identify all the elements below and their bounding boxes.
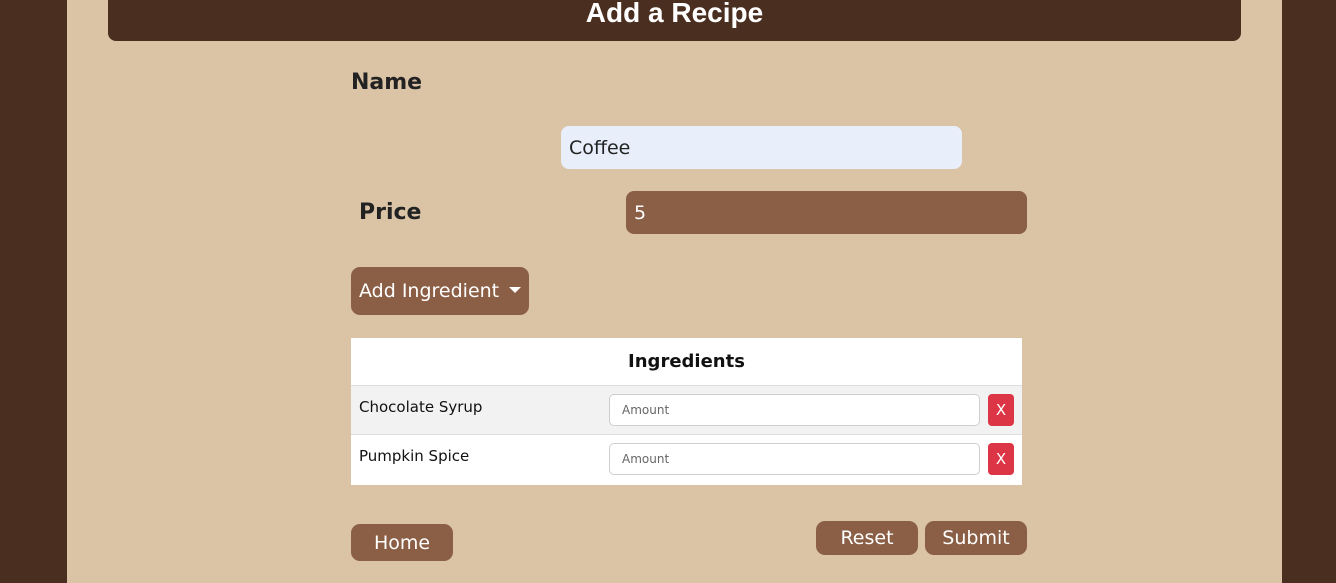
page-container: Add a Recipe Name Coffee Price 5 Add Ing…	[67, 0, 1282, 583]
add-ingredient-label: Add Ingredient	[359, 280, 500, 302]
amount-input[interactable]: Amount	[609, 394, 980, 426]
name-input[interactable]: Coffee	[561, 126, 962, 169]
add-ingredient-dropdown-button[interactable]: Add Ingredient	[351, 267, 529, 315]
table-row: Chocolate Syrup Amount X	[351, 386, 1022, 435]
ingredient-name: Chocolate Syrup	[359, 398, 483, 416]
header-bar: Add a Recipe	[108, 0, 1241, 41]
caret-down-icon	[509, 287, 522, 293]
remove-ingredient-button[interactable]: X	[988, 394, 1014, 426]
price-input[interactable]: 5	[626, 191, 1027, 234]
home-button[interactable]: Home	[351, 524, 453, 561]
ingredients-table-header: Ingredients	[351, 338, 1022, 386]
name-label: Name	[351, 70, 423, 95]
table-row: Pumpkin Spice Amount X	[351, 435, 1022, 484]
submit-button[interactable]: Submit	[925, 521, 1027, 555]
reset-button[interactable]: Reset	[816, 521, 918, 555]
amount-input[interactable]: Amount	[609, 443, 980, 475]
remove-ingredient-button[interactable]: X	[988, 443, 1014, 475]
price-label: Price	[359, 200, 422, 225]
ingredient-name: Pumpkin Spice	[359, 447, 470, 465]
page-title: Add a Recipe	[585, 0, 764, 28]
ingredients-table: Ingredients Chocolate Syrup Amount X Pum…	[351, 338, 1022, 485]
